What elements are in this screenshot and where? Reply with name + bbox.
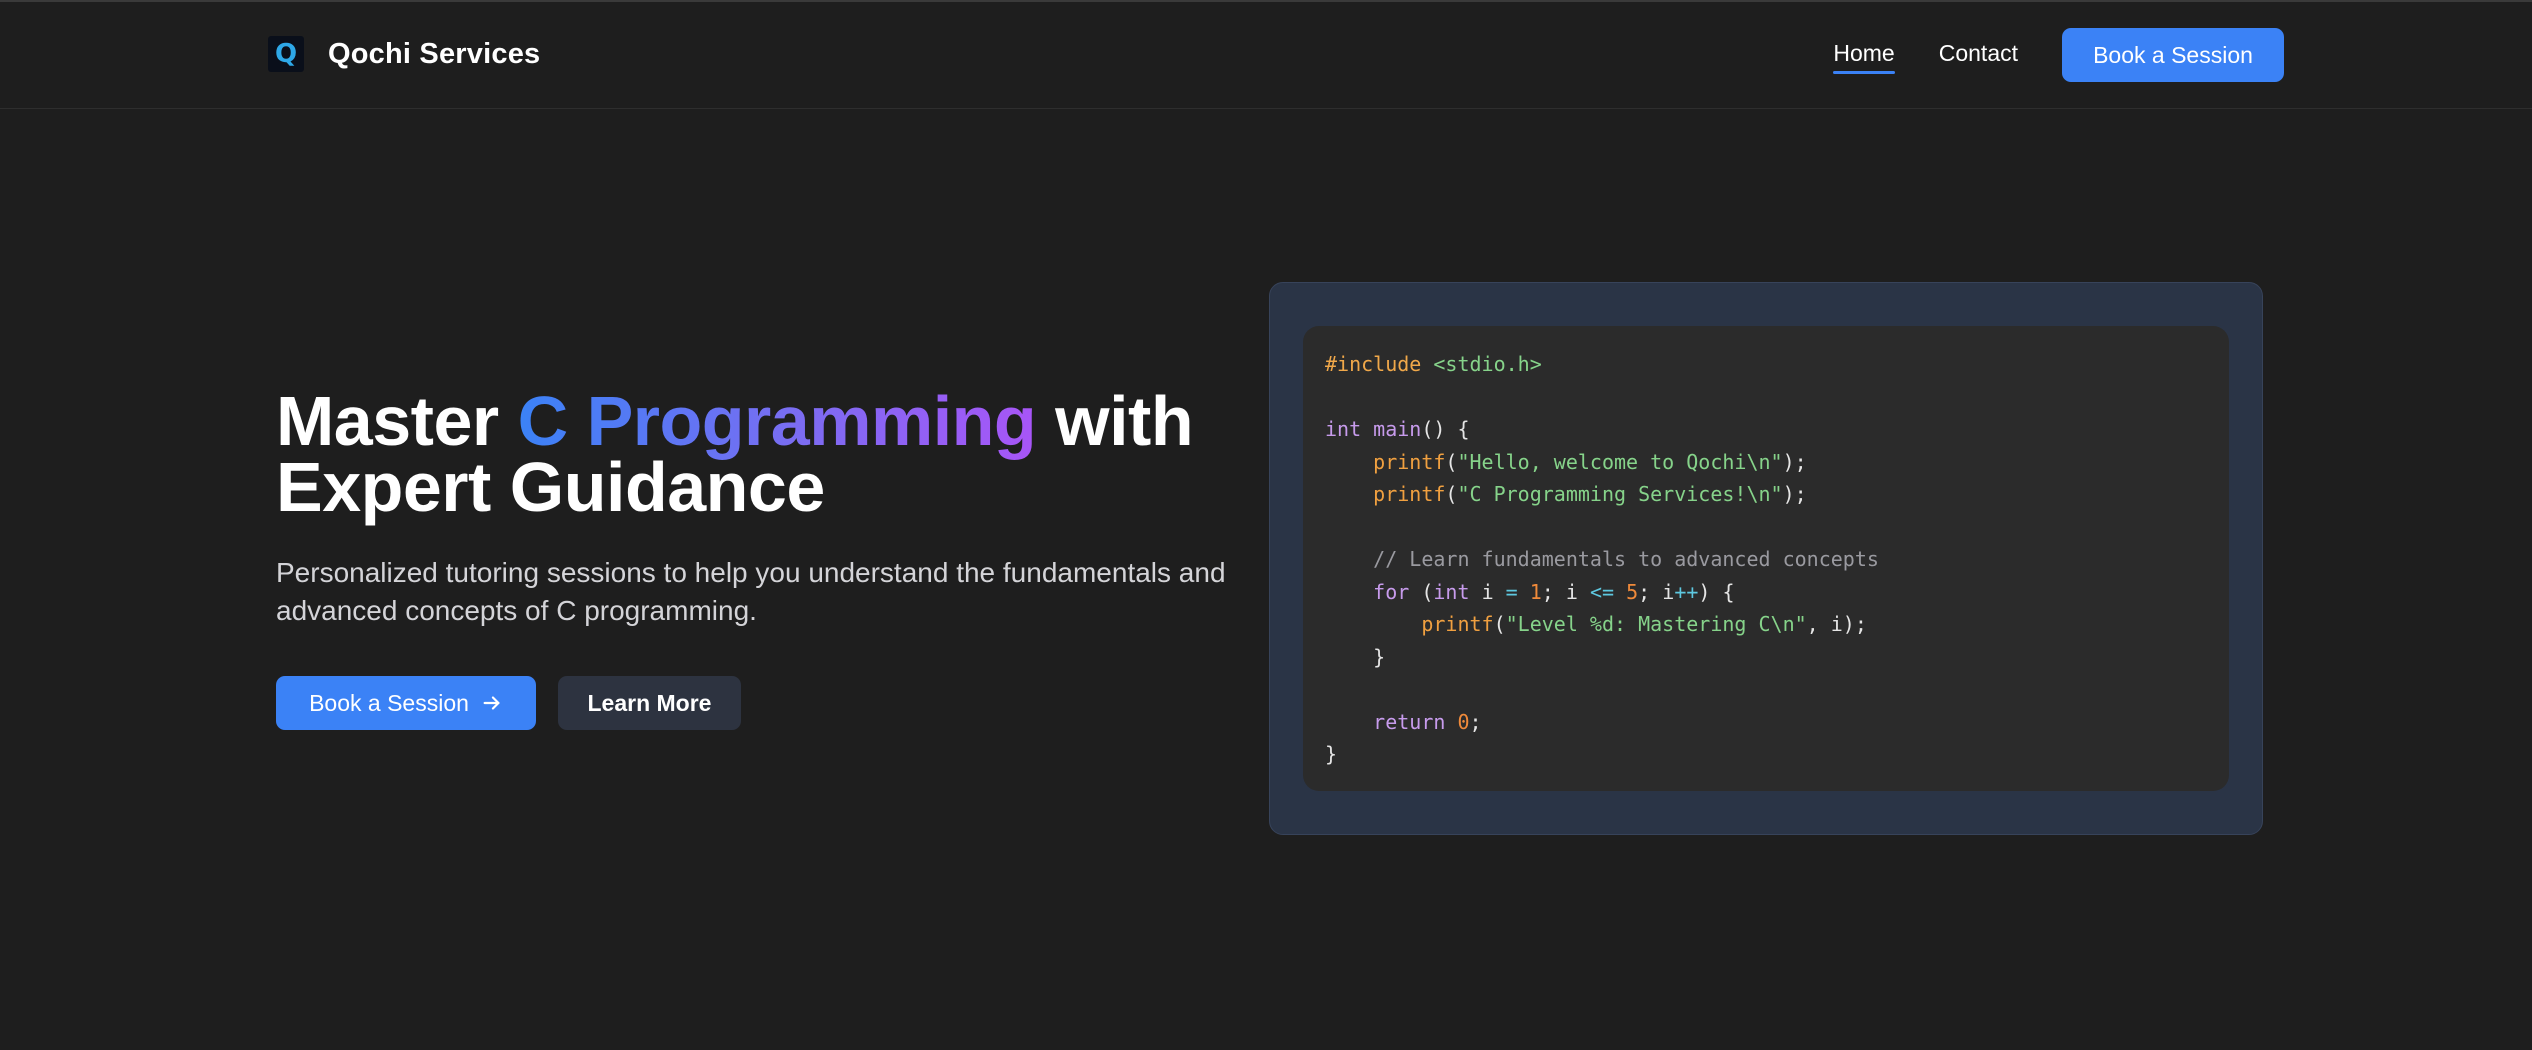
site-header: Q Qochi Services Home Contact Book a Ses… xyxy=(0,2,2532,109)
hero-subtitle: Personalized tutoring sessions to help y… xyxy=(276,557,1226,626)
nav-book-session-button[interactable]: Book a Session xyxy=(2062,28,2284,82)
hero-book-session-label: Book a Session xyxy=(309,689,469,716)
brand[interactable]: Q Qochi Services xyxy=(268,36,540,72)
code-block: #include <stdio.h> int main() { printf("… xyxy=(1303,326,2229,791)
code-listing: #include <stdio.h> int main() { printf("… xyxy=(1325,352,1879,766)
main-nav: Home Contact Book a Session xyxy=(1833,28,2284,82)
hero: Master C Programming with Expert Guidanc… xyxy=(276,386,1226,730)
brand-name: Qochi Services xyxy=(328,37,541,70)
hero-title: Master C Programming with Expert Guidanc… xyxy=(276,386,1226,522)
learn-more-button[interactable]: Learn More xyxy=(558,676,741,730)
logo-icon: Q xyxy=(268,36,304,72)
arrow-right-icon xyxy=(481,692,503,714)
hero-actions: Book a Session Learn More xyxy=(276,676,1226,730)
nav-link-home[interactable]: Home xyxy=(1833,40,1896,74)
code-preview-panel: #include <stdio.h> int main() { printf("… xyxy=(1269,282,2263,835)
hero-book-session-button[interactable]: Book a Session xyxy=(276,676,536,730)
nav-link-contact[interactable]: Contact xyxy=(1939,40,2018,71)
